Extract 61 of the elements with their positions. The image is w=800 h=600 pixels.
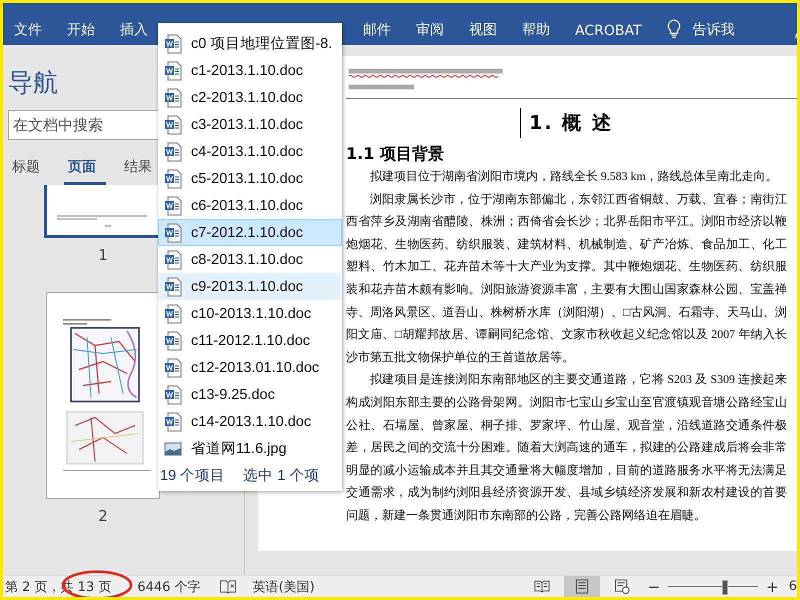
- file-item[interactable]: c13-9.25.doc: [158, 381, 342, 408]
- tell-me-button[interactable]: 告诉我: [692, 21, 734, 39]
- zoom-out-button[interactable]: −: [644, 578, 664, 596]
- pane-tab[interactable]: 标题: [8, 154, 50, 185]
- page-number: 1: [98, 246, 108, 264]
- word-document-icon: [164, 304, 182, 324]
- section-heading: 1.1 项目背景: [346, 144, 445, 165]
- chapter-heading: 1. 概 述: [529, 111, 613, 136]
- ribbon-tab[interactable]: 插入: [120, 21, 148, 39]
- ribbon-tab[interactable]: 审阅: [416, 21, 444, 39]
- file-item[interactable]: c0 项目地理位置图-8.: [158, 30, 342, 57]
- word-document-icon: [164, 250, 182, 270]
- file-item[interactable]: c6-2013.1.10.doc: [158, 192, 342, 219]
- file-item[interactable]: 省道网11.6.jpg: [158, 435, 342, 462]
- text-cursor: [520, 108, 522, 138]
- ribbon-tab[interactable]: ACROBAT: [575, 23, 642, 39]
- file-item[interactable]: c14-2013.1.10.doc: [158, 408, 342, 435]
- word-document-icon: [164, 358, 182, 378]
- file-item[interactable]: c9-2013.1.10.doc: [158, 273, 342, 300]
- page-icon: [574, 579, 590, 594]
- page-number: 2: [98, 507, 108, 525]
- web-page-icon: [614, 579, 630, 594]
- word-count[interactable]: 6446 个字: [137, 578, 201, 596]
- file-item[interactable]: c10-2013.1.10.doc: [158, 300, 342, 327]
- zoom-level[interactable]: 6: [788, 579, 797, 594]
- word-document-icon: [164, 222, 182, 242]
- zoom-in-button[interactable]: +: [762, 578, 783, 596]
- ribbon-tab[interactable]: 开始: [67, 21, 95, 39]
- lightbulb-icon[interactable]: [666, 19, 680, 39]
- print-view-button[interactable]: [564, 576, 600, 597]
- zoom-slider-thumb[interactable]: [722, 580, 728, 595]
- file-item[interactable]: c8-2013.1.10.doc: [158, 246, 342, 273]
- word-document-icon: [164, 330, 182, 350]
- ribbon-tab[interactable]: 帮助: [522, 21, 550, 39]
- word-document-icon: [164, 384, 182, 404]
- open-book-icon: [534, 579, 550, 594]
- word-document-icon: [164, 34, 182, 54]
- word-document-icon: [164, 276, 182, 296]
- pane-title: 导航: [8, 67, 58, 99]
- word-document-icon: [164, 60, 182, 80]
- file-item[interactable]: c1-2013.1.10.doc: [158, 57, 342, 84]
- proofing-icon[interactable]: [218, 579, 237, 594]
- word-document-icon: [164, 412, 182, 432]
- word-document-icon: [164, 88, 182, 108]
- body-paragraph: 拟建项目是连接浏阳东南部地区的主要交通道路，它将 S203 及 S309 连接起来构成浏阳东部主要的公路骨架网。浏阳市七宝山乡宝山至官渡镇观音塘公路经宝山公社、石塥屋、曾家屋、桐子排、罗家坪、竹山屋、观音堂，沿线道路交通条件极差，居民之间的交流十分困难。随着大浏高速的通车，拟建的公路建成后将会非常明显的减小运输成本并且其交通量将大幅度增加，目前的道路服务水平将无法满足交通需求，成为制约浏阳县经济资源开发、县域乡镇经济发展和新农村建设的首要问题，新建一条贯通浏阳市东南部的公路，完善公路网络迫在眉睫。: [346, 371, 787, 524]
- file-item[interactable]: c11-2012.1.10.doc: [158, 327, 342, 354]
- selection-status: 选中 1 个项: [243, 467, 320, 485]
- file-item[interactable]: c2-2013.1.10.doc: [158, 84, 342, 111]
- ribbon-tab[interactable]: 视图: [469, 21, 497, 39]
- selection-status: 19 个项目: [160, 467, 226, 485]
- language-label[interactable]: 英语(美国): [252, 578, 315, 596]
- ribbon-tab[interactable]: 文件: [14, 21, 42, 39]
- body-paragraph: 浏阳隶属长沙市，位于湖南东部偏北，东邻江西省铜鼓、万载、宜春；南街江西省萍乡及湖南省醴陵、株洲；西倚省会长沙；北界岳阳市平江。浏阳市经济以鞭炮烟花、生物医药、纺织服装、建筑材料、机械制造、矿产冶炼、食品加工、化工塑料、竹木加工、花卉苗木等十大产业为支撑。其中鞭炮烟花、生物医药、纺织服装和花卉苗木颇有影响。浏阳旅游资源丰富，主要有大围山国家森林公园、宝盖禅寺、周洛风景区、道吾山、株树桥水库（浏阳湖）、□古风洞、石霜寺、天马山、浏阳文庙、□胡耀邦故居、谭嗣同纪念馆、文家市秋收起义纪念馆以及 2007 年纳入长沙市第五批文物保护单位的王首道故居等。: [346, 190, 787, 366]
- body-paragraph: 拟建项目位于湖南省浏阳市境内，路线全长 9.583 km，路线总体呈南北走向。: [368, 168, 779, 185]
- word-document-icon: [164, 196, 182, 216]
- file-item[interactable]: c7-2012.1.10.doc: [158, 219, 342, 246]
- file-item[interactable]: c12-2013.01.10.doc: [158, 354, 342, 381]
- word-document-icon: [164, 142, 182, 162]
- ribbon-tab[interactable]: 邮件: [363, 21, 391, 39]
- word-document-icon: [164, 168, 182, 188]
- word-document-icon: [164, 114, 182, 134]
